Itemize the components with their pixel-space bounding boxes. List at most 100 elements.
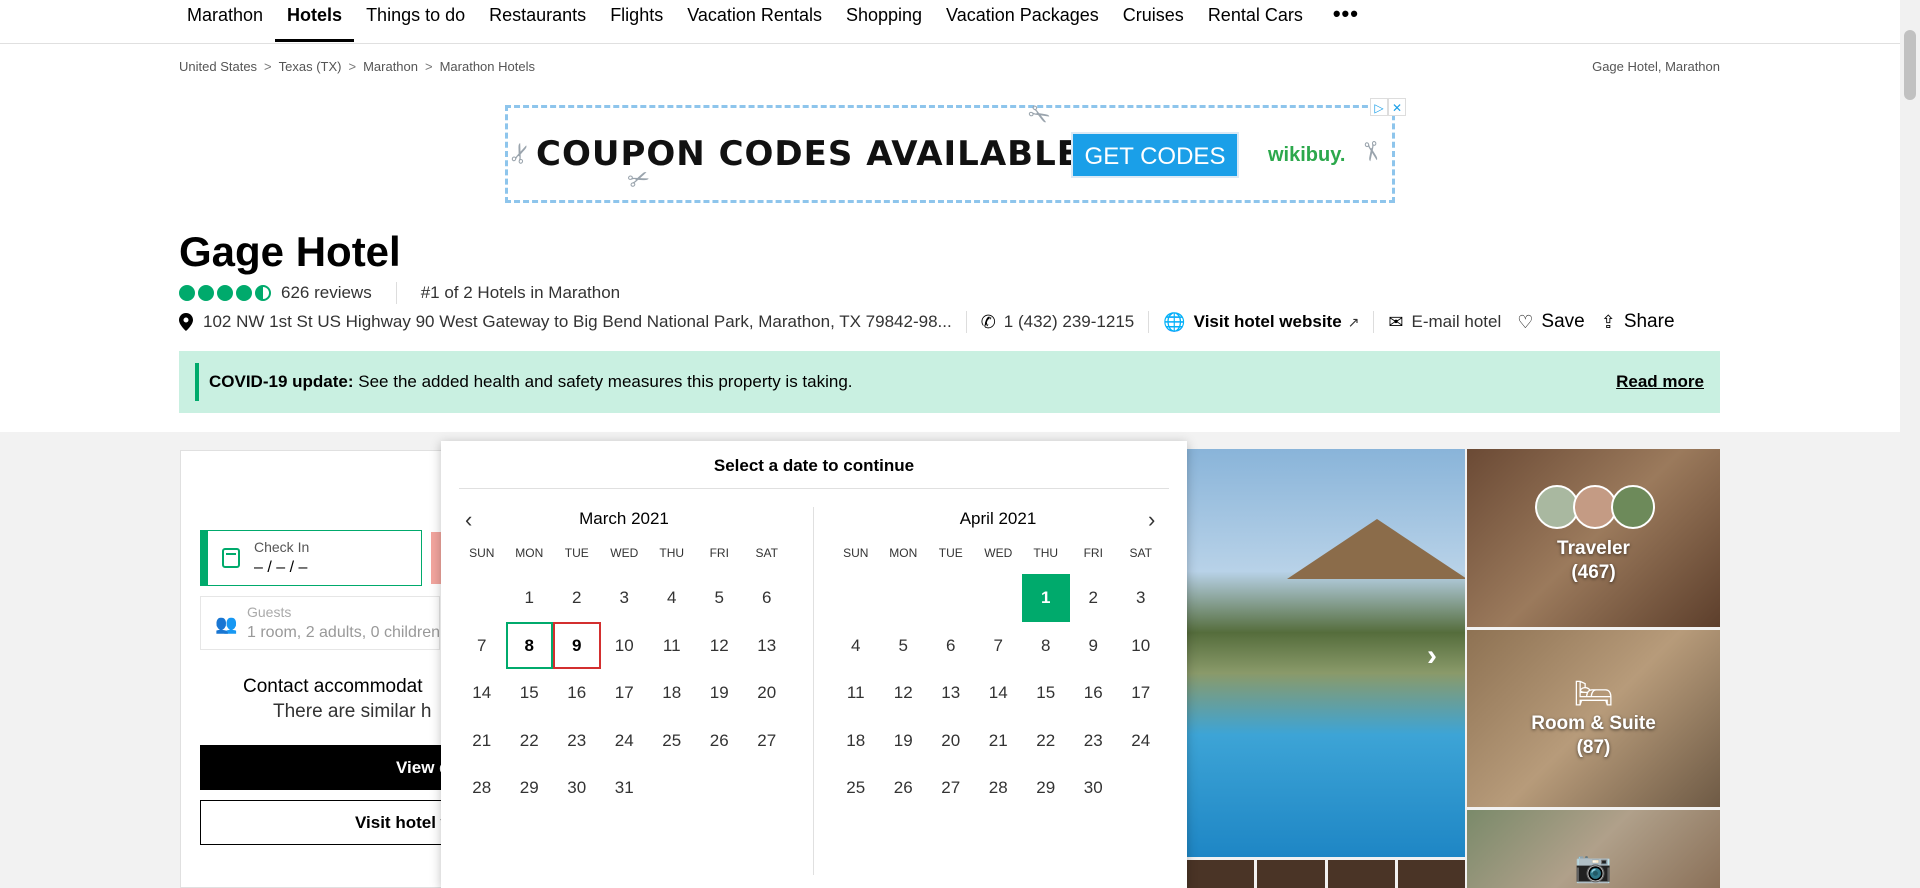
calendar-day[interactable]: 19: [880, 717, 928, 765]
nav-item-vacation-rentals[interactable]: Vacation Rentals: [675, 0, 834, 42]
breadcrumb-item[interactable]: Texas (TX): [279, 59, 342, 74]
calendar-day[interactable]: 30: [553, 764, 601, 812]
calendar-day[interactable]: 5: [880, 622, 928, 670]
calendar-day[interactable]: 28: [975, 764, 1023, 812]
calendar-day[interactable]: 20: [743, 669, 791, 717]
all-photos-tile[interactable]: 📷: [1467, 810, 1720, 888]
calendar-day[interactable]: 13: [927, 669, 975, 717]
view-deals-button[interactable]: View d: [200, 745, 450, 790]
calendar-day[interactable]: 18: [648, 669, 696, 717]
calendar-day[interactable]: 15: [1022, 669, 1070, 717]
save-button[interactable]: Save: [1541, 311, 1584, 333]
calendar-day[interactable]: 19: [696, 669, 744, 717]
calendar-day[interactable]: 7: [975, 622, 1023, 670]
ad-banner[interactable]: ✂ ✂ ✂ ✂ COUPON CODES AVAILABLE GET CODES…: [503, 97, 1395, 203]
calendar-day[interactable]: 11: [832, 669, 880, 717]
calendar-day[interactable]: 9: [553, 621, 601, 669]
calendar-day[interactable]: 17: [1117, 669, 1165, 717]
calendar-day[interactable]: 4: [832, 622, 880, 670]
calendar-day[interactable]: 3: [1117, 574, 1165, 622]
chevron-right-icon[interactable]: ›: [1427, 639, 1437, 673]
calendar-day[interactable]: 18: [832, 717, 880, 765]
calendar-day[interactable]: 17: [601, 669, 649, 717]
calendar-day[interactable]: 16: [1070, 669, 1118, 717]
nav-item-rental-cars[interactable]: Rental Cars: [1196, 0, 1315, 42]
calendar-day[interactable]: 28: [458, 764, 506, 812]
calendar-day[interactable]: 6: [743, 574, 791, 622]
photo-thumbnails[interactable]: [1187, 860, 1465, 888]
thumbnail[interactable]: [1257, 860, 1325, 888]
breadcrumb-item[interactable]: Marathon Hotels: [440, 59, 535, 74]
share-icon[interactable]: ⇪: [1601, 312, 1616, 333]
hotel-address[interactable]: 102 NW 1st St US Highway 90 West Gateway…: [203, 312, 952, 332]
check-in-field[interactable]: Check In – / – / –: [200, 530, 422, 586]
calendar-day[interactable]: 30: [1070, 764, 1118, 812]
calendar-day[interactable]: 29: [1022, 764, 1070, 812]
calendar-day[interactable]: 12: [696, 622, 744, 670]
calendar-day[interactable]: 31: [601, 764, 649, 812]
calendar-day[interactable]: 9: [1070, 622, 1118, 670]
nav-item-things-to-do[interactable]: Things to do: [354, 0, 477, 42]
nav-item-restaurants[interactable]: Restaurants: [477, 0, 598, 42]
nav-item-hotels[interactable]: Hotels: [275, 0, 355, 42]
ad-close-icon[interactable]: ✕: [1388, 98, 1406, 116]
calendar-day[interactable]: 14: [975, 669, 1023, 717]
calendar-day[interactable]: 16: [553, 669, 601, 717]
calendar-day[interactable]: 24: [601, 717, 649, 765]
calendar-day[interactable]: 20: [927, 717, 975, 765]
scrollbar-thumb[interactable]: [1904, 30, 1916, 100]
calendar-day[interactable]: 7: [458, 622, 506, 670]
calendar-day[interactable]: 27: [927, 764, 975, 812]
traveler-photos-tile[interactable]: Traveler (467): [1467, 449, 1720, 627]
thumbnail[interactable]: [1397, 860, 1465, 888]
thumbnail[interactable]: [1187, 860, 1255, 888]
calendar-day[interactable]: 3: [601, 574, 649, 622]
calendar-day[interactable]: 11: [648, 622, 696, 670]
calendar-day[interactable]: 26: [696, 717, 744, 765]
calendar-day[interactable]: 5: [696, 574, 744, 622]
calendar-day[interactable]: 24: [1117, 717, 1165, 765]
calendar-day[interactable]: 8: [1022, 622, 1070, 670]
nav-item-shopping[interactable]: Shopping: [834, 0, 934, 42]
calendar-day[interactable]: 23: [553, 717, 601, 765]
calendar-day[interactable]: 13: [743, 622, 791, 670]
calendar-day[interactable]: 1: [1022, 574, 1070, 622]
calendar-day[interactable]: 6: [927, 622, 975, 670]
nav-item-vacation-packages[interactable]: Vacation Packages: [934, 0, 1111, 42]
reviews-link[interactable]: 626 reviews: [281, 283, 372, 303]
nav-item-cruises[interactable]: Cruises: [1111, 0, 1196, 42]
ad-get-codes-button[interactable]: GET CODES: [1071, 132, 1239, 178]
breadcrumb-item[interactable]: United States: [179, 59, 257, 74]
breadcrumb-item[interactable]: Marathon: [363, 59, 418, 74]
visit-website-link[interactable]: Visit hotel website: [1194, 312, 1342, 332]
calendar-day[interactable]: 23: [1070, 717, 1118, 765]
calendar-day[interactable]: 25: [832, 764, 880, 812]
room-suite-photos-tile[interactable]: 🛏 Room & Suite (87): [1467, 630, 1720, 807]
calendar-day[interactable]: 22: [506, 717, 554, 765]
visit-hotel-website-button[interactable]: Visit hotel w: [200, 800, 450, 845]
calendar-day[interactable]: 21: [458, 717, 506, 765]
ad-choices[interactable]: ▷ ✕: [1370, 98, 1406, 116]
calendar-day[interactable]: 2: [1070, 574, 1118, 622]
calendar-day[interactable]: 22: [1022, 717, 1070, 765]
read-more-link[interactable]: Read more: [1616, 372, 1704, 392]
heart-icon[interactable]: ♡: [1517, 312, 1533, 333]
calendar-day[interactable]: 25: [648, 717, 696, 765]
adchoices-icon[interactable]: ▷: [1370, 98, 1388, 116]
more-menu-icon[interactable]: •••: [1315, 0, 1371, 42]
calendar-day[interactable]: 8: [505, 621, 553, 669]
calendar-day[interactable]: 4: [648, 574, 696, 622]
nav-item-flights[interactable]: Flights: [598, 0, 675, 42]
calendar-day[interactable]: 12: [880, 669, 928, 717]
hotel-rank[interactable]: #1 of 2 Hotels in Marathon: [421, 283, 620, 303]
calendar-day[interactable]: 1: [506, 574, 554, 622]
scrollbar[interactable]: [1900, 0, 1920, 888]
nav-item-marathon[interactable]: Marathon: [175, 0, 275, 42]
calendar-day[interactable]: 21: [975, 717, 1023, 765]
calendar-day[interactable]: 27: [743, 717, 791, 765]
email-hotel-link[interactable]: E-mail hotel: [1412, 312, 1502, 332]
share-button[interactable]: Share: [1624, 311, 1675, 333]
calendar-day[interactable]: 10: [1117, 622, 1165, 670]
calendar-day[interactable]: 14: [458, 669, 506, 717]
guests-field[interactable]: 👥 Guests 1 room, 2 adults, 0 children: [200, 596, 440, 650]
